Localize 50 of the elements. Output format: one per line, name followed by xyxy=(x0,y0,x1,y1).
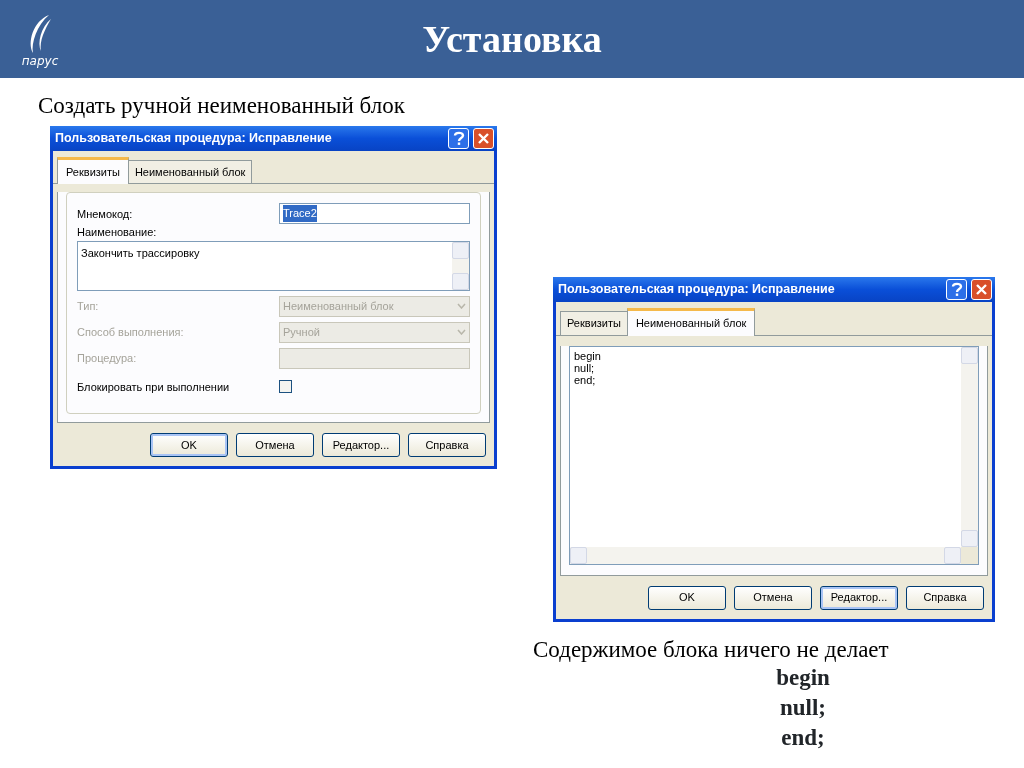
field-label: Способ выполнения: xyxy=(77,325,185,341)
dialog-button[interactable]: Отмена xyxy=(734,585,812,610)
close-button[interactable] xyxy=(971,279,992,300)
window-title: Пользовательская процедура: Исправление xyxy=(55,129,333,147)
window-title: Пользовательская процедура: Исправление xyxy=(558,281,836,299)
checkbox[interactable] xyxy=(279,380,292,394)
dialog-button[interactable]: Редактор... xyxy=(820,585,898,610)
dialog-button[interactable]: OK xyxy=(648,585,726,610)
logo-text: парус xyxy=(21,55,59,67)
close-icon xyxy=(976,284,987,295)
scrollbar[interactable] xyxy=(570,546,961,564)
code-line: begin xyxy=(776,664,830,693)
field-label: Мнемокод: xyxy=(77,206,134,222)
tab[interactable]: Реквизиты xyxy=(57,156,129,185)
dialog-button[interactable]: Справка xyxy=(906,585,984,610)
close-icon xyxy=(478,132,489,144)
caret-icon xyxy=(457,329,466,336)
tab[interactable]: Неименованный блок xyxy=(127,159,253,184)
help-button[interactable] xyxy=(946,279,967,300)
field-label: Наименование: xyxy=(77,225,158,241)
help-button[interactable] xyxy=(448,127,469,149)
scrollbar-corner xyxy=(961,546,978,564)
field-label: Тип: xyxy=(77,299,100,315)
dialog-button[interactable]: Редактор... xyxy=(322,433,400,458)
scrollbar[interactable] xyxy=(452,241,469,290)
scrollbar[interactable] xyxy=(961,346,978,547)
slide-title: Установка xyxy=(422,17,602,60)
caption: Создать ручной неименованный блок xyxy=(38,92,406,120)
close-button[interactable] xyxy=(473,127,494,149)
checkbox-label: Блокировать при выполнении xyxy=(77,379,231,395)
code-line: begin xyxy=(574,349,602,362)
dialog-button[interactable]: OK xyxy=(150,433,228,458)
help-icon xyxy=(950,282,963,297)
tab[interactable]: Неименованный блок xyxy=(626,308,756,336)
dropdown: Неименованный блок xyxy=(279,295,470,317)
field-label: Процедура: xyxy=(77,351,138,367)
dropdown: Ручной xyxy=(279,321,470,343)
dialog-button[interactable]: Справка xyxy=(408,433,486,458)
caption: Содержимое блока ничего не делает xyxy=(533,635,890,664)
caret-icon xyxy=(457,303,466,310)
text-area[interactable]: Закончить трассировку xyxy=(77,240,470,291)
help-icon xyxy=(452,130,465,146)
code-line: end; xyxy=(781,723,825,752)
code-line: null; xyxy=(574,361,595,374)
input-field[interactable]: Trace2 xyxy=(279,203,470,225)
code-line: null; xyxy=(780,694,826,722)
code-editor[interactable]: begin null; end; xyxy=(569,345,979,565)
code-line: end; xyxy=(574,373,597,386)
dialog-button[interactable]: Отмена xyxy=(236,433,314,458)
tab[interactable]: Реквизиты xyxy=(560,311,628,335)
